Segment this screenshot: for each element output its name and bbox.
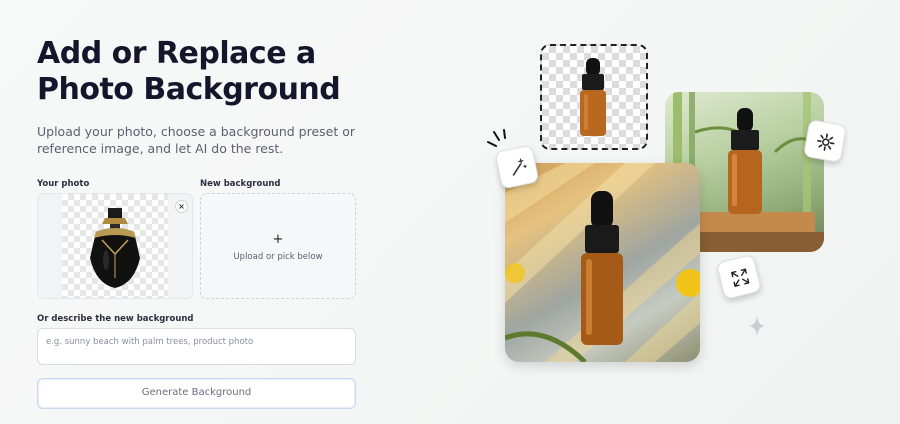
dropzone-hint: Upload or pick below: [233, 252, 323, 262]
sunlit-scene-card: [505, 163, 700, 362]
uploaded-photo: [62, 194, 168, 298]
transparent-bottle-card: [540, 44, 648, 150]
settings-tile: [802, 118, 848, 164]
sunlit-bottle-image: [505, 163, 700, 362]
describe-label: Or describe the new background: [37, 314, 194, 324]
resize-tile: [715, 253, 763, 301]
remove-photo-button[interactable]: ×: [175, 200, 188, 213]
gear-icon: [817, 133, 835, 151]
plus-icon: +: [272, 232, 284, 247]
generate-background-button[interactable]: Generate Background: [37, 378, 356, 409]
page-subtitle: Upload your photo, choose a background p…: [37, 124, 356, 156]
new-background-label: New background: [200, 179, 281, 189]
page-title: Add or Replace a Photo Background: [37, 36, 341, 107]
expand-arrows-icon: [731, 268, 750, 287]
dropper-bottle-image: [580, 58, 606, 136]
new-background-dropzone[interactable]: + Upload or pick below: [200, 193, 356, 299]
magic-wand-tile: [494, 144, 540, 190]
perfume-bottle-image: [90, 208, 140, 288]
describe-background-input[interactable]: [37, 328, 356, 365]
your-photo-preview[interactable]: ×: [37, 193, 193, 299]
sparkle-icon: [749, 316, 765, 336]
your-photo-label: Your photo: [37, 179, 90, 189]
magic-wand-icon: [512, 158, 527, 176]
